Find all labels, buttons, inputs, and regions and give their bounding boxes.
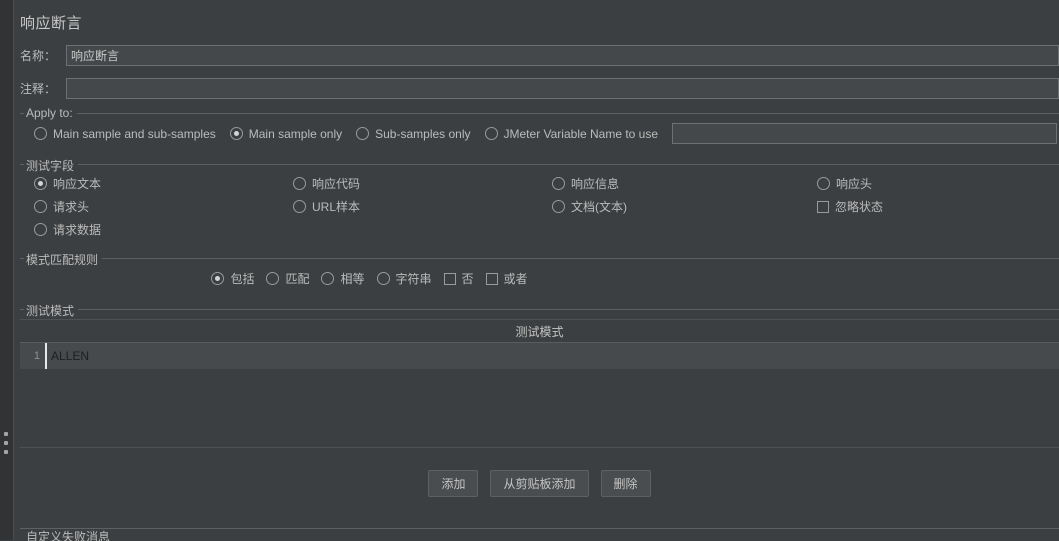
split-drag-handle[interactable]: [2, 432, 10, 454]
name-field-label: 名称：: [20, 49, 57, 63]
handle-dot: [4, 432, 8, 436]
radio-icon: [356, 127, 370, 140]
test-patterns-group: 测试模式 测试模式 1 ALLEN 添加 从剪贴板添加 删除: [20, 302, 1059, 497]
radio-icon: [34, 127, 47, 140]
radio-icon: [484, 127, 498, 140]
table-column-header[interactable]: 测试模式: [20, 320, 1059, 343]
option-label: 请求头: [53, 200, 90, 214]
left-split-gutter[interactable]: [0, 0, 14, 540]
radio-icon: [34, 200, 47, 213]
radio-icon: [552, 200, 565, 213]
apply-to-option-sub-only[interactable]: Sub-samples only: [356, 126, 471, 141]
test-field-option-document-text[interactable]: 文档(文本): [552, 198, 817, 215]
radio-icon: [552, 177, 565, 190]
jmeter-variable-name-input[interactable]: [672, 123, 1057, 144]
apply-to-option-main-and-sub[interactable]: Main sample and sub-samples: [34, 127, 216, 141]
option-label: Main sample and sub-samples: [53, 126, 216, 141]
test-patterns-table[interactable]: 测试模式 1 ALLEN: [20, 319, 1059, 448]
apply-to-option-jmeter-variable[interactable]: JMeter Variable Name to use: [484, 126, 659, 141]
pattern-rule-not[interactable]: 否: [443, 270, 474, 287]
custom-failure-message-title: 自定义失败消息: [24, 529, 115, 541]
test-patterns-group-title: 测试模式: [24, 302, 79, 319]
comment-field-label: 注释：: [20, 82, 57, 96]
comment-field-row: 注释：: [15, 78, 1059, 99]
add-from-clipboard-button[interactable]: 从剪贴板添加: [490, 470, 589, 497]
pattern-rule-matches[interactable]: 匹配: [266, 270, 309, 287]
test-field-option-request-headers[interactable]: 请求头: [34, 198, 293, 215]
radio-selected-icon: [229, 127, 243, 140]
option-label: 否: [461, 272, 474, 286]
option-label: 字符串: [395, 272, 432, 286]
option-label: 文档(文本): [571, 200, 627, 214]
option-label: 请求数据: [53, 223, 102, 237]
apply-to-group-title: Apply to:: [24, 106, 77, 120]
comment-input[interactable]: [66, 78, 1059, 99]
test-field-group: 测试字段 响应文本 响应代码 响应信息 响应头 请求头 URL样本 文档(文本)…: [20, 157, 1059, 244]
option-label: JMeter Variable Name to use: [503, 126, 659, 141]
option-label: 响应文本: [53, 177, 102, 191]
apply-to-options-row: Main sample and sub-samples Main sample …: [20, 121, 1059, 150]
option-label: Sub-samples only: [375, 126, 471, 141]
test-field-option-ignore-status[interactable]: 忽略状态: [817, 198, 1059, 215]
name-field-row: 名称：: [15, 45, 1059, 66]
radio-icon: [376, 272, 390, 285]
table-empty-area[interactable]: [20, 369, 1059, 447]
response-assertion-panel: 响应断言 名称： 注释： Apply to: Main sample and s…: [15, 0, 1059, 541]
radio-icon: [293, 177, 306, 190]
checkbox-icon: [443, 272, 456, 285]
option-label: 响应代码: [312, 177, 361, 191]
test-field-group-title: 测试字段: [24, 157, 79, 174]
test-field-option-url-sample[interactable]: URL样本: [293, 198, 552, 215]
row-pattern-value[interactable]: ALLEN: [45, 343, 1059, 369]
custom-failure-message-group: 自定义失败消息: [20, 528, 1059, 541]
test-field-options-grid: 响应文本 响应代码 响应信息 响应头 请求头 URL样本 文档(文本) 忽略状态…: [20, 172, 1059, 244]
checkbox-icon: [817, 200, 829, 213]
test-field-option-request-data[interactable]: 请求数据: [34, 221, 293, 238]
row-number: 1: [33, 350, 40, 362]
test-field-option-response-headers[interactable]: 响应头: [817, 175, 1059, 192]
table-row[interactable]: 1 ALLEN: [20, 343, 1059, 369]
pattern-rule-contains[interactable]: 包括: [211, 270, 254, 287]
radio-icon: [293, 200, 306, 213]
radio-icon: [34, 223, 47, 236]
option-label: Main sample only: [248, 126, 343, 141]
checkbox-icon: [485, 272, 498, 285]
apply-to-option-main-only[interactable]: Main sample only: [229, 126, 343, 141]
pattern-rules-group-title: 模式匹配规则: [24, 251, 103, 268]
test-field-option-response-message[interactable]: 响应信息: [552, 175, 817, 192]
radio-selected-icon: [211, 272, 225, 285]
pattern-rules-options-row: 包括 匹配 相等 字符串 否 或者: [20, 266, 719, 295]
page-title: 响应断言: [20, 15, 83, 32]
pattern-rule-equals[interactable]: 相等: [321, 270, 365, 287]
option-label: 相等: [340, 272, 365, 286]
name-input[interactable]: [66, 45, 1059, 66]
add-button[interactable]: 添加: [428, 470, 479, 497]
pattern-rule-or[interactable]: 或者: [485, 270, 528, 287]
option-label: URL样本: [312, 200, 361, 214]
pattern-rule-substring[interactable]: 字符串: [376, 270, 432, 287]
delete-button[interactable]: 删除: [600, 470, 651, 497]
option-label: 响应头: [836, 177, 873, 191]
apply-to-group: Apply to: Main sample and sub-samples Ma…: [20, 106, 1059, 150]
option-label: 或者: [503, 272, 528, 286]
test-field-option-response-code[interactable]: 响应代码: [293, 175, 552, 192]
option-label: 响应信息: [571, 177, 620, 191]
handle-dot: [4, 450, 8, 454]
option-label: 包括: [230, 272, 255, 286]
radio-icon: [817, 177, 830, 190]
handle-dot: [4, 441, 8, 445]
pattern-buttons-row: 添加 从剪贴板添加 删除: [20, 470, 1059, 497]
radio-icon: [266, 272, 280, 285]
test-field-option-response-text[interactable]: 响应文本: [34, 175, 293, 192]
radio-selected-icon: [34, 177, 47, 190]
option-label: 忽略状态: [835, 200, 884, 214]
pattern-rules-group: 模式匹配规则 包括 匹配 相等 字符串 否 或者: [20, 251, 1059, 295]
radio-icon: [321, 272, 335, 285]
option-label: 匹配: [285, 272, 310, 286]
